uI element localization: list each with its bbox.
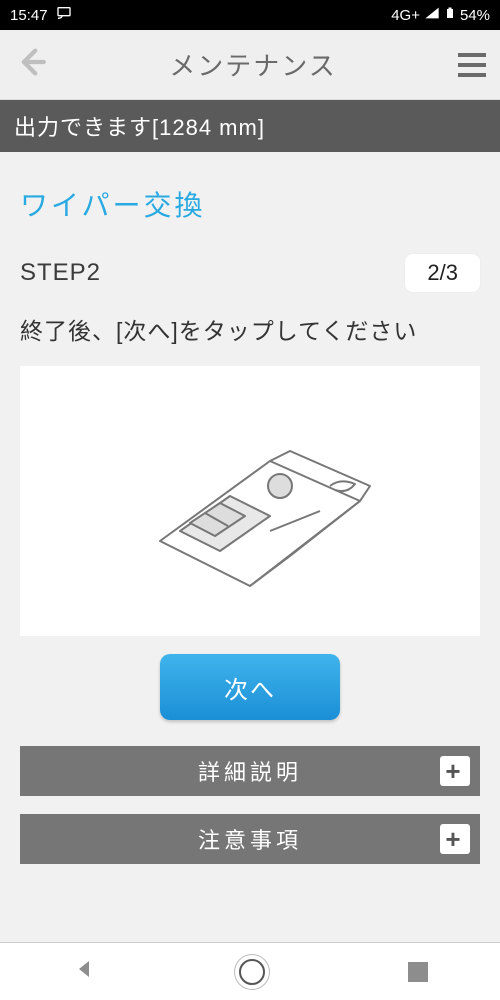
step-progress-badge: 2/3 [405,254,480,292]
accordion-caution-label: 注意事項 [198,823,302,855]
status-banner: 出力できます[1284 mm] [0,100,500,152]
expand-icon: + [440,756,470,786]
section-title: ワイパー交換 [20,184,480,224]
battery-icon [444,5,456,25]
instruction-text: 終了後、[次へ]をタップしてください [20,312,480,346]
nav-home-button[interactable] [239,959,265,985]
next-button[interactable]: 次へ [160,654,340,720]
signal-icon [424,5,440,25]
main-content: ワイパー交換 STEP2 2/3 終了後、[次へ]をタップしてください [0,152,500,942]
status-time: 15:47 [10,7,48,24]
network-label: 4G+ [391,7,420,24]
accordion-detail-label: 詳細説明 [198,755,302,787]
app-header: メンテナンス [0,30,500,100]
accordion-detail[interactable]: 詳細説明 + [20,746,480,796]
nav-recent-button[interactable] [408,962,428,982]
wiper-diagram-icon [120,401,380,601]
page-title: メンテナンス [48,46,458,83]
step-row: STEP2 2/3 [20,254,480,292]
battery-label: 54% [460,7,490,24]
nav-back-button[interactable] [72,957,96,986]
menu-button[interactable] [458,53,486,77]
expand-icon: + [440,824,470,854]
accordion-caution[interactable]: 注意事項 + [20,814,480,864]
step-label: STEP2 [20,259,101,287]
back-button[interactable] [14,45,48,84]
status-bar: 15:47 4G+ 54% [0,0,500,30]
illustration [20,366,480,636]
system-nav-bar [0,942,500,1000]
cast-icon [56,5,72,25]
